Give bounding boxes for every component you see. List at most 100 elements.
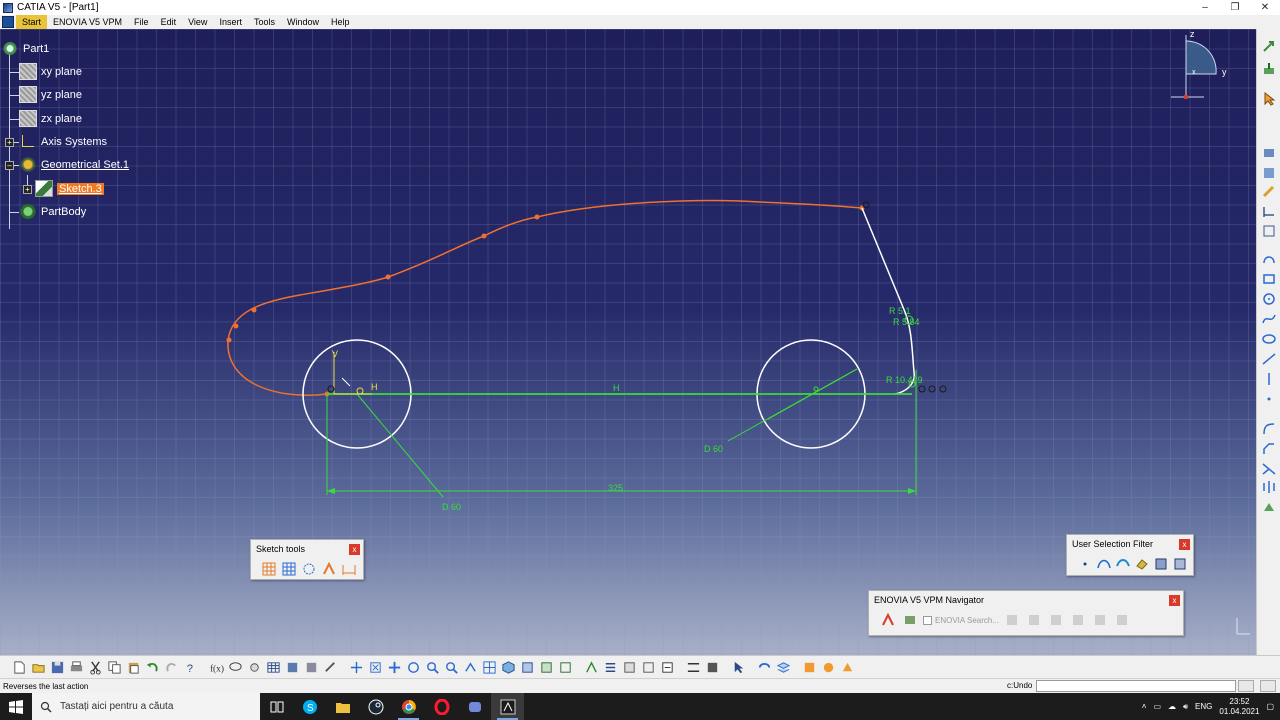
curve-filter-icon[interactable] [1096, 555, 1112, 573]
tree-item-yz-plane[interactable]: yz plane [19, 86, 82, 103]
sketch-analysis-icon[interactable] [582, 658, 600, 676]
enovia-tool-icon-3[interactable] [1047, 611, 1065, 629]
render-icon[interactable] [838, 658, 856, 676]
formula-icon[interactable]: f(x) [207, 658, 225, 676]
menu-tools[interactable]: Tools [248, 15, 281, 29]
tray-volume-icon[interactable]: 🔊︎ [1183, 702, 1188, 712]
shading-icon[interactable] [518, 658, 536, 676]
diagnosis-icon[interactable] [658, 658, 676, 676]
point-icon[interactable] [1261, 391, 1277, 407]
compass-icon[interactable]: z y x [1168, 29, 1232, 104]
tree-item-sketch[interactable]: Sketch.3 [35, 180, 104, 197]
enovia-tool-icon-2[interactable] [1025, 611, 1043, 629]
feature-filter-icon[interactable] [1153, 555, 1169, 573]
point-filter-icon[interactable] [1077, 555, 1093, 573]
rotate-icon[interactable] [404, 658, 422, 676]
dimensional-constraints-icon[interactable] [340, 560, 357, 578]
car-profile-curve[interactable] [227, 199, 863, 396]
spline-icon[interactable] [1261, 311, 1277, 327]
opera-icon[interactable] [425, 693, 458, 720]
axis-icon[interactable] [1261, 371, 1277, 387]
grid-icon[interactable] [261, 560, 278, 578]
save-icon[interactable] [48, 658, 66, 676]
menu-start[interactable]: Start [16, 15, 48, 29]
enovia-connect-icon[interactable] [901, 611, 919, 629]
ellipse-icon[interactable] [1261, 331, 1277, 347]
enovia-tool-icon-6[interactable] [1113, 611, 1131, 629]
multi-view-icon[interactable] [480, 658, 498, 676]
rear-diameter-label[interactable]: D 60 [704, 444, 723, 454]
new-document-icon[interactable] [10, 658, 28, 676]
enovia-search-checkbox[interactable] [923, 615, 932, 625]
isometric-view-icon[interactable] [499, 658, 517, 676]
tray-language[interactable]: ENG [1195, 702, 1212, 711]
start-menu-icon[interactable] [2, 16, 14, 28]
skype-icon[interactable]: S [293, 693, 326, 720]
menu-file[interactable]: File [128, 15, 155, 29]
zoom-out-icon[interactable] [442, 658, 460, 676]
project-3d-icon[interactable] [1261, 499, 1277, 515]
corner-icon[interactable] [1261, 421, 1277, 437]
length-dimension-label[interactable]: 325 [608, 483, 623, 493]
zoom-in-icon[interactable] [423, 658, 441, 676]
circle-icon[interactable] [1261, 291, 1277, 307]
menu-enovia[interactable]: ENOVIA V5 VPM [47, 15, 128, 29]
tray-clock[interactable]: 23:52 01.04.2021 [1219, 697, 1259, 717]
bullet-list-icon[interactable] [601, 658, 619, 676]
undo-icon[interactable] [143, 658, 161, 676]
tree-item-partbody[interactable]: PartBody [19, 203, 86, 220]
constraint-icon[interactable] [1261, 145, 1277, 161]
profile-icon[interactable] [1261, 251, 1277, 267]
surface-filter-icon[interactable] [1115, 555, 1131, 573]
construction-element-icon[interactable] [301, 560, 318, 578]
tray-onedrive-icon[interactable]: ☁ [1168, 702, 1176, 711]
maximize-button[interactable]: ❐ [1220, 0, 1250, 15]
cut-by-plane-icon[interactable] [639, 658, 657, 676]
catia-taskbar-icon[interactable] [491, 693, 524, 720]
pan-icon[interactable] [385, 658, 403, 676]
enovia-tool-icon-5[interactable] [1091, 611, 1109, 629]
pencil-icon[interactable] [1261, 183, 1277, 199]
snap-to-point-icon[interactable] [281, 560, 298, 578]
fit-all-icon[interactable] [366, 658, 384, 676]
enovia-tool-icon-1[interactable] [1003, 611, 1021, 629]
swap-visible-space-icon[interactable] [556, 658, 574, 676]
volume-filter-icon[interactable] [1134, 555, 1150, 573]
catalog-icon[interactable] [283, 658, 301, 676]
steam-icon[interactable] [359, 693, 392, 720]
sketch-tools-close-button[interactable]: x [349, 544, 360, 555]
front-diameter-leader[interactable] [356, 393, 444, 498]
radius-label-3[interactable]: R 10.429 [886, 375, 923, 385]
open-folder-icon[interactable] [29, 658, 47, 676]
comment-icon[interactable] [226, 658, 244, 676]
enovia-search-field[interactable]: ENOVIA Search... [923, 615, 999, 625]
rectangle-icon[interactable] [1261, 271, 1277, 287]
tree-item-geometrical-set[interactable]: Geometrical Set.1 [19, 156, 129, 173]
update-icon[interactable] [755, 658, 773, 676]
table-icon[interactable] [264, 658, 282, 676]
knowledge-icon[interactable] [245, 658, 263, 676]
normal-view-2-icon[interactable] [684, 658, 702, 676]
dimension-icon[interactable] [1261, 203, 1277, 219]
enovia-navigator-header[interactable]: ENOVIA V5 VPM Navigator x [869, 591, 1183, 609]
windows-start-button[interactable] [0, 693, 32, 720]
close-button[interactable]: ✕ [1250, 0, 1280, 15]
trim-icon[interactable] [1261, 461, 1277, 477]
chamfer-icon[interactable] [1261, 441, 1277, 457]
tree-item-axis-systems[interactable]: Axis Systems [19, 133, 107, 150]
tree-item-xy-plane[interactable]: xy plane [19, 63, 82, 80]
whats-this-icon[interactable]: ? [181, 658, 199, 676]
material-icon[interactable] [800, 658, 818, 676]
taskbar-search[interactable]: Tastați aici pentru a căuta [32, 693, 260, 720]
measure-icon[interactable] [321, 658, 339, 676]
analysis-icon[interactable] [302, 658, 320, 676]
tools-icon[interactable] [703, 658, 721, 676]
tree-item-zx-plane[interactable]: zx plane [19, 110, 82, 127]
cut-icon[interactable] [86, 658, 104, 676]
normal-view-icon[interactable] [461, 658, 479, 676]
notification-icon[interactable]: ▢ [1266, 702, 1274, 711]
redo-icon[interactable] [162, 658, 180, 676]
menu-window[interactable]: Window [281, 15, 325, 29]
enovia-navigator-close-button[interactable]: x [1169, 595, 1180, 606]
mirror-icon[interactable] [1261, 479, 1277, 495]
